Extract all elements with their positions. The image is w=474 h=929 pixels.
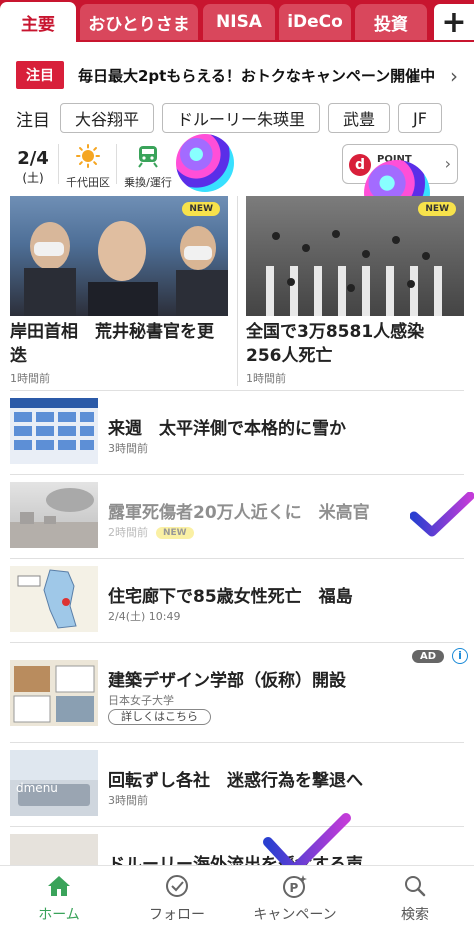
transit-widget[interactable]: 乗換/運行	[120, 144, 176, 190]
nav-follow-label: フォロー	[149, 907, 205, 923]
add-tab-button[interactable]: +	[434, 4, 474, 40]
new-badge: NEW	[156, 527, 194, 539]
trending-keywords: 注目 大谷翔平 ドルーリー朱瑛里 武豊 JF	[16, 102, 474, 134]
trending-chip[interactable]: JF	[398, 103, 442, 133]
article-meta: 3時間前	[108, 442, 148, 455]
trending-label: 注目	[16, 110, 50, 131]
swirl-overlay	[176, 134, 234, 192]
ad-sponsor: 日本女子大学	[108, 694, 174, 707]
article-title: 露軍死傷者20万人近くに 米高官	[108, 503, 370, 523]
tab-investment[interactable]: 投資	[355, 4, 427, 40]
article-meta: 2時間前 NEW	[108, 524, 194, 540]
article-title: 住宅廊下で85歳女性死亡 福島	[108, 587, 353, 607]
plus-icon: +	[441, 4, 467, 40]
date-value: 2/4	[17, 148, 49, 169]
weather-location: 千代田区	[66, 176, 110, 189]
list-item[interactable]: dmenu 回転ずし各社 迷惑行為を撃退へ 3時間前	[0, 750, 474, 822]
article-title: 回転ずし各社 迷惑行為を撃退へ	[108, 771, 363, 791]
tab-ohitorisama[interactable]: おひとりさま	[80, 4, 198, 40]
campaign-notice[interactable]: 注目 毎日最大2ptもらえる！おトクなキャンペーン開催中 ›	[16, 58, 464, 92]
ad-details-button[interactable]: 詳しくはこちら	[108, 709, 211, 725]
train-icon	[138, 146, 158, 168]
nav-campaign-label: キャンペーン	[253, 907, 337, 923]
list-item[interactable]: 露軍死傷者20万人近くに 米高官 2時間前 NEW	[0, 482, 474, 554]
new-badge: NEW	[418, 202, 456, 216]
ad-thumbnail	[10, 660, 98, 726]
article-time: 2時間前	[108, 526, 148, 539]
ad-title: 建築デザイン学部（仮称）開設	[108, 671, 346, 691]
nav-campaign[interactable]: P キャンペーン	[236, 874, 354, 924]
nav-follow[interactable]: フォロー	[118, 874, 236, 924]
transit-label: 乗換/運行	[124, 176, 172, 189]
story-title: 岸田首相 荒井秘書官を更迭	[10, 322, 214, 366]
notice-text: 毎日最大2ptもらえる！おトクなキャンペーン開催中	[78, 66, 436, 85]
info-row: 2/4 (土) 千代田区 乗換/運行 d POINT ›	[0, 134, 474, 226]
news-photo: NEW	[10, 196, 228, 316]
news-thumbnail	[10, 566, 98, 632]
list-item[interactable]: 来週 太平洋側で本格的に雪か 3時間前	[0, 398, 474, 470]
news-thumbnail	[10, 482, 98, 548]
news-photo: NEW	[246, 196, 464, 316]
campaign-point-icon: P	[283, 875, 307, 898]
news-thumbnail	[10, 398, 98, 464]
news-thumbnail	[10, 834, 98, 865]
ad-badge: AD	[411, 650, 444, 663]
nav-search[interactable]: 検索	[356, 874, 474, 924]
nav-home-label: ホーム	[38, 907, 80, 923]
notice-badge: 注目	[16, 61, 64, 89]
tab-main[interactable]: 主要	[0, 2, 76, 42]
list-item[interactable]: ドルーリー海外流出を懸念する声	[0, 834, 474, 865]
chevron-right-icon: ›	[450, 64, 458, 88]
tab-ideco[interactable]: iDeCo	[279, 4, 351, 40]
date-display: 2/4 (土)	[12, 148, 54, 186]
tab-nisa[interactable]: NISA	[203, 4, 275, 40]
list-item[interactable]: 住宅廊下で85歳女性死亡 福島 2/4(土) 10:49	[0, 566, 474, 638]
nav-home[interactable]: ホーム	[0, 874, 118, 924]
sun-icon	[76, 144, 100, 168]
chevron-right-icon: ›	[444, 154, 451, 173]
article-meta: 3時間前	[108, 794, 148, 807]
category-tab-bar: 主要 おひとりさま NISA iDeCo 投資 +	[0, 0, 474, 42]
article-meta: 2/4(土) 10:49	[108, 610, 181, 623]
trending-chip[interactable]: ドルーリー朱瑛里	[162, 103, 321, 133]
bottom-navigation: ホーム フォロー P キャンペーン 検索	[0, 865, 474, 929]
story-title: 全国で3万8581人感染 256人死亡	[246, 322, 442, 366]
trending-chip[interactable]: 大谷翔平	[60, 103, 155, 133]
new-badge: NEW	[182, 202, 220, 216]
trending-chip[interactable]: 武豊	[328, 103, 391, 133]
checkmark-overlay-icon	[410, 492, 474, 537]
svg-text:P: P	[290, 881, 299, 895]
news-thumbnail: dmenu	[10, 750, 98, 816]
weather-widget[interactable]: 千代田区	[62, 144, 114, 190]
info-icon[interactable]: i	[452, 648, 468, 664]
weekday-value: (土)	[22, 171, 44, 185]
ad-item[interactable]: AD i 建築デザイン学部（仮称）開設 日本女子大学 詳しくはこちら	[0, 648, 474, 736]
nav-search-label: 検索	[401, 907, 429, 923]
story-time: 1時間前	[246, 372, 286, 385]
dpoint-logo-icon: d	[349, 154, 371, 176]
follow-check-icon	[166, 875, 188, 897]
story-time: 1時間前	[10, 372, 50, 385]
home-icon	[48, 876, 70, 896]
svg-text:dmenu: dmenu	[16, 781, 58, 795]
article-title: 来週 太平洋側で本格的に雪か	[108, 419, 346, 439]
search-icon	[405, 876, 426, 897]
